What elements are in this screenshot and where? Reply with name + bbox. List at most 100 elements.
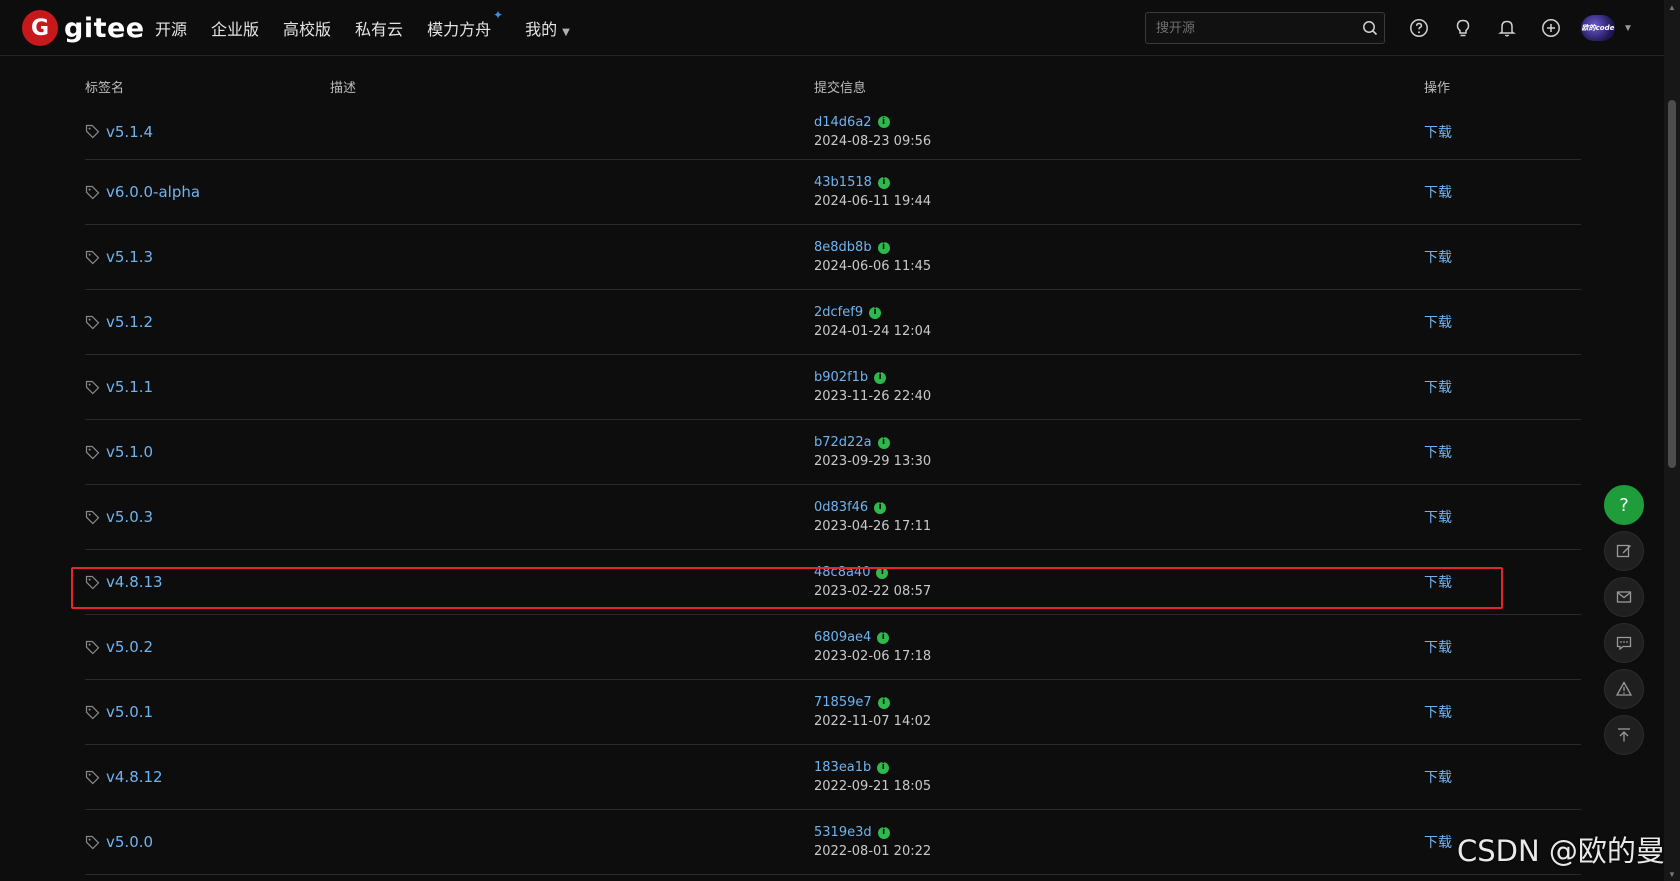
commit-hash-link[interactable]: d14d6a2 <box>814 113 872 132</box>
download-link[interactable]: 下载 <box>1424 832 1452 852</box>
search-input[interactable] <box>1146 13 1356 43</box>
download-link[interactable]: 下载 <box>1424 122 1452 142</box>
tag-name: v5.1.4 <box>106 122 154 141</box>
verified-info-icon[interactable]: i <box>877 176 890 189</box>
verified-info-icon[interactable]: i <box>877 761 890 774</box>
commit-info: 48c8a40 i 2023-02-22 08:57 <box>814 563 931 601</box>
tag-name: v5.0.0 <box>106 833 154 851</box>
table-row: v5.0.2 6809ae4 i 2023-02-06 17:18 下载 <box>85 615 1581 680</box>
commit-date: 2023-04-26 17:11 <box>814 519 932 534</box>
help-icon[interactable]: ? <box>1604 485 1644 525</box>
download-link[interactable]: 下载 <box>1424 507 1452 527</box>
tag-link[interactable]: v5.1.2 <box>85 313 153 331</box>
scrollbar-thumb[interactable] <box>1668 100 1676 468</box>
commit-info: 8e8db8b i 2024-06-06 11:45 <box>814 238 931 276</box>
verified-info-icon[interactable]: i <box>877 826 890 839</box>
commit-hash-link[interactable]: b902f1b <box>814 368 868 387</box>
plus-circle-icon[interactable] <box>1537 14 1565 42</box>
scroll-down-arrow-icon[interactable]: ▼ <box>1664 867 1680 881</box>
sparkle-icon: ✦ <box>493 8 504 22</box>
verified-info-icon[interactable]: i <box>874 501 887 514</box>
gitee-logo-text: gitee <box>64 12 145 44</box>
tag-link[interactable]: v5.1.0 <box>85 443 153 461</box>
lightbulb-icon[interactable] <box>1449 14 1477 42</box>
chevron-down-icon: ▼ <box>562 27 570 38</box>
tag-name: v5.1.2 <box>106 313 154 331</box>
download-link[interactable]: 下载 <box>1424 442 1452 462</box>
commit-info: 0d83f46 i 2023-04-26 17:11 <box>814 498 931 536</box>
commit-info: b72d22a i 2023-09-29 13:30 <box>814 433 931 471</box>
commit-info: 2dcfef9 i 2024-01-24 12:04 <box>814 303 931 341</box>
download-link[interactable]: 下载 <box>1424 312 1452 332</box>
tag-link[interactable]: v5.0.0 <box>85 833 153 851</box>
verified-info-icon[interactable]: i <box>877 696 890 709</box>
bell-icon[interactable] <box>1493 14 1521 42</box>
commit-hash-link[interactable]: 71859e7 <box>814 693 872 712</box>
comment-icon[interactable] <box>1604 623 1644 663</box>
verified-info-icon[interactable]: i <box>876 566 889 579</box>
commit-hash-link[interactable]: 6809ae4 <box>814 628 871 647</box>
search-icon[interactable] <box>1356 13 1384 43</box>
tag-name: v5.1.1 <box>106 378 154 396</box>
nav-moli-fangzhou[interactable]: 模力方舟 ✦ <box>427 8 503 40</box>
nav-private-cloud[interactable]: 私有云 <box>355 16 403 40</box>
download-link[interactable]: 下载 <box>1424 767 1452 787</box>
commit-hash-link[interactable]: 5319e3d <box>814 823 872 842</box>
commit-hash-link[interactable]: 0d83f46 <box>814 498 868 517</box>
verified-info-icon[interactable]: i <box>874 371 887 384</box>
commit-hash-link[interactable]: 43b1518 <box>814 173 872 192</box>
verified-info-icon[interactable]: i <box>877 116 890 128</box>
nav-education[interactable]: 高校版 <box>283 16 331 40</box>
verified-info-icon[interactable]: i <box>877 436 890 449</box>
tag-link[interactable]: v5.0.1 <box>85 703 153 721</box>
tag-link[interactable]: v4.8.13 <box>85 573 163 591</box>
tag-link[interactable]: v6.0.0-alpha <box>85 183 200 201</box>
tag-link[interactable]: v5.1.3 <box>85 248 153 266</box>
tag-icon <box>85 510 106 525</box>
download-link[interactable]: 下载 <box>1424 702 1452 722</box>
tag-icon <box>85 640 106 655</box>
download-link[interactable]: 下载 <box>1424 247 1452 267</box>
nav-open-source[interactable]: 开源 <box>155 16 187 40</box>
commit-hash-link[interactable]: 8e8db8b <box>814 238 872 257</box>
tag-name: v5.0.1 <box>106 703 154 721</box>
table-row: v5.1.4 d14d6a2 i 2024-08-23 09:56 下载 <box>85 104 1581 160</box>
column-header-actions: 操作 <box>1424 81 1451 96</box>
verified-info-icon[interactable]: i <box>877 241 890 254</box>
avatar[interactable]: 欧的code <box>1581 15 1615 41</box>
back-to-top-icon[interactable] <box>1604 715 1644 755</box>
commit-hash-link[interactable]: 48c8a40 <box>814 563 870 582</box>
tag-icon <box>85 705 106 720</box>
commit-hash-link[interactable]: b72d22a <box>814 433 872 452</box>
warning-icon[interactable] <box>1604 669 1644 709</box>
edit-icon[interactable] <box>1604 531 1644 571</box>
download-link[interactable]: 下载 <box>1424 377 1452 397</box>
download-link[interactable]: 下载 <box>1424 637 1452 657</box>
page-scrollbar[interactable]: ▲ ▼ <box>1664 0 1680 881</box>
verified-info-icon[interactable]: i <box>877 631 890 644</box>
help-circle-icon[interactable] <box>1405 14 1433 42</box>
nav-enterprise[interactable]: 企业版 <box>211 16 259 40</box>
tag-link[interactable]: v5.0.2 <box>85 638 153 656</box>
gitee-logo[interactable]: G gitee <box>22 10 145 46</box>
download-link[interactable]: 下载 <box>1424 572 1452 592</box>
scroll-up-arrow-icon[interactable]: ▲ <box>1664 0 1680 14</box>
commit-hash-link[interactable]: 183ea1b <box>814 758 871 777</box>
chevron-down-icon[interactable]: ▼ <box>1623 23 1633 34</box>
nav-mine[interactable]: 我的 ▼ <box>525 16 570 40</box>
table-row: v5.0.1 71859e7 i 2022-11-07 14:02 下载 <box>85 680 1581 745</box>
tags-table: 标签名 描述 提交信息 操作 v5.1.4 d14d6a2 i 2024-08-23 … <box>85 56 1581 875</box>
mail-icon[interactable] <box>1604 577 1644 617</box>
tag-link[interactable]: v5.1.4 <box>85 123 153 141</box>
column-header-commit-info: 提交信息 <box>814 81 867 96</box>
commit-hash-link[interactable]: 2dcfef9 <box>814 303 863 322</box>
commit-info: b902f1b i 2023-11-26 22:40 <box>814 368 931 406</box>
tag-link[interactable]: v5.1.1 <box>85 378 153 396</box>
commit-date: 2023-09-29 13:30 <box>814 454 932 469</box>
download-link[interactable]: 下载 <box>1424 182 1452 202</box>
tag-link[interactable]: v4.8.12 <box>85 768 163 786</box>
tag-name: v4.8.13 <box>106 573 163 591</box>
commit-info: d14d6a2 i 2024-08-23 09:56 <box>814 113 931 151</box>
tag-link[interactable]: v5.0.3 <box>85 508 153 526</box>
verified-info-icon[interactable]: i <box>869 306 882 319</box>
